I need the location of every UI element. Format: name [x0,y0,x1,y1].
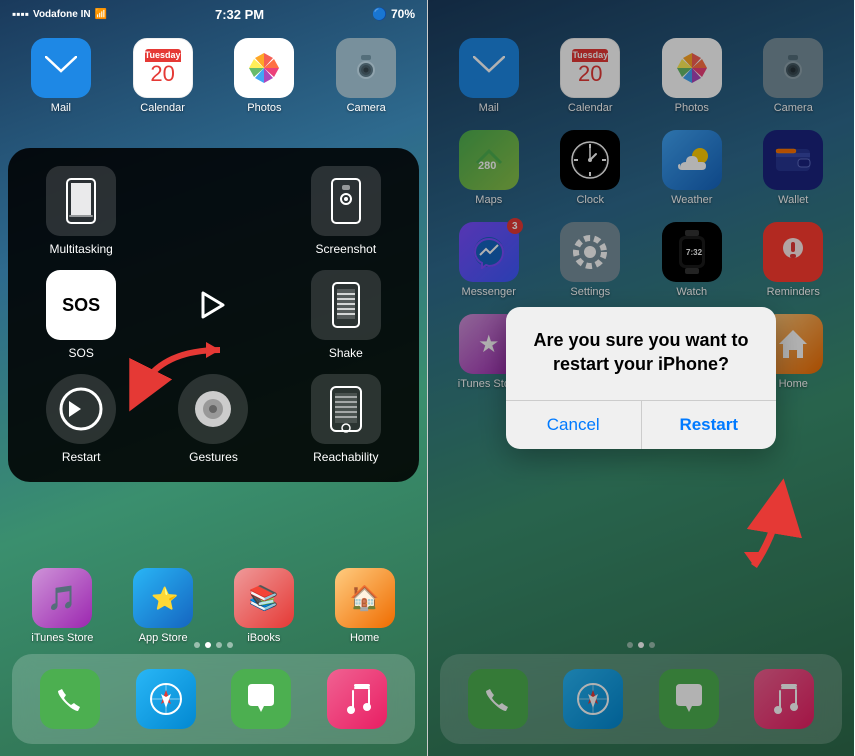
restart-button[interactable]: Restart [642,401,777,449]
red-arrow-right [694,476,814,576]
left-status-bar: ▪▪▪▪ Vodafone IN 📶 7:32 PM 🔵 70% [0,0,427,28]
left-itunes[interactable]: 🎵 iTunes Store [16,568,109,644]
left-dock-messages[interactable] [231,669,291,729]
at-shake[interactable]: Shake [287,270,405,360]
left-carrier: ▪▪▪▪ Vodafone IN 📶 [12,7,107,21]
cancel-button[interactable]: Cancel [506,401,641,449]
left-app-grid-row1: Mail Tuesday 20 Calendar [0,38,427,114]
dialog-title: Are you sure you want to restart your iP… [506,307,776,388]
red-arrow-left [120,340,240,420]
dialog-buttons: Cancel Restart [506,401,776,449]
left-app-photos[interactable]: Photos [220,38,310,114]
at-multitasking[interactable]: Multitasking [22,166,140,256]
restart-dialog-overlay: Are you sure you want to restart your iP… [428,0,854,756]
left-page-dots [0,642,427,648]
left-dock-safari[interactable] [136,669,196,729]
left-time: 7:32 PM [215,7,264,22]
left-appstore[interactable]: ⭐ App Store [117,568,210,644]
left-dock [12,654,415,744]
left-home[interactable]: 🏠 Home [318,568,411,644]
left-ibooks[interactable]: 📚 iBooks [218,568,311,644]
left-dock-phone[interactable] [40,669,100,729]
left-dock-music[interactable] [327,669,387,729]
left-app-camera[interactable]: Camera [321,38,411,114]
restart-dialog: Are you sure you want to restart your iP… [506,307,776,449]
left-app-mail[interactable]: Mail [16,38,106,114]
at-empty1 [154,166,272,256]
at-reachability[interactable]: Reachability [287,374,405,464]
svg-text:⭐: ⭐ [151,586,178,611]
left-app-calendar[interactable]: Tuesday 20 Calendar [118,38,208,114]
at-screenshot[interactable]: Screenshot [287,166,405,256]
assistive-touch-overlay[interactable]: Multitasking Screenshot S [8,148,419,482]
left-phone-panel: ▪▪▪▪ Vodafone IN 📶 7:32 PM 🔵 70% Mail Tu… [0,0,427,756]
right-phone-panel: Mail Tuesday 20 Calendar [427,0,854,756]
left-footer-apps: 🎵 iTunes Store ⭐ App Store 📚 iBooks 🏠 Ho… [0,568,427,644]
left-battery: 🔵 70% [372,7,415,21]
